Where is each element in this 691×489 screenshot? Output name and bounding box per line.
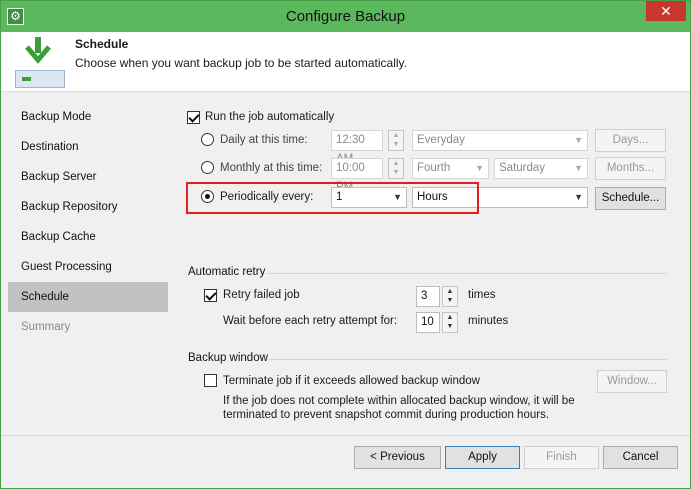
page-description: Choose when you want backup job to be st… (75, 56, 407, 70)
step-destination[interactable]: Destination (8, 132, 168, 162)
retry-wait-spinner[interactable]: ▲ ▼ (442, 312, 458, 333)
retry-wait-input[interactable]: 10 (416, 312, 440, 333)
step-summary: Summary (21, 321, 71, 333)
step-schedule[interactable]: Schedule (8, 282, 168, 312)
configure-backup-window: ⚙ Configure Backup ✕ Schedule Choose whe… (0, 0, 691, 489)
section-divider (267, 273, 667, 274)
daily-days-select[interactable]: Everyday ▼ (412, 130, 588, 151)
daily-label: Daily at this time: (220, 134, 308, 146)
terminate-job-checkbox[interactable] (204, 374, 217, 387)
window-title: Configure Backup (285, 8, 406, 25)
retry-wait-unit: minutes (468, 315, 509, 327)
section-divider (269, 359, 667, 360)
apply-button[interactable]: Apply (445, 446, 520, 469)
retry-times-spinner[interactable]: ▲ ▼ (442, 286, 458, 307)
monthly-time-spinner[interactable]: ▲ ▼ (388, 158, 404, 179)
retry-wait-label: Wait before each retry attempt for: (223, 315, 398, 327)
step-backup-repository[interactable]: Backup Repository (8, 192, 168, 222)
chevron-down-icon: ▼ (475, 163, 484, 173)
chevron-down-icon: ▼ (574, 192, 583, 202)
step-guest-processing[interactable]: Guest Processing (8, 252, 168, 282)
chevron-down-icon: ▼ (574, 135, 583, 145)
wizard-header: Schedule Choose when you want backup job… (1, 32, 690, 92)
retry-failed-job-label: Retry failed job (223, 289, 300, 301)
monthly-day-select[interactable]: Saturday ▼ (494, 158, 588, 179)
days-button[interactable]: Days... (595, 129, 666, 152)
monthly-radio[interactable] (201, 161, 214, 174)
automatic-retry-heading: Automatic retry (188, 266, 266, 278)
window-button[interactable]: Window... (597, 370, 667, 393)
backup-window-heading: Backup window (188, 352, 268, 364)
retry-times-input[interactable]: 3 (416, 286, 440, 307)
step-backup-mode[interactable]: Backup Mode (8, 102, 168, 132)
monthly-label: Monthly at this time: (220, 162, 323, 174)
cancel-button[interactable]: Cancel (603, 446, 678, 469)
backup-window-note: If the job does not complete within allo… (223, 395, 575, 421)
daily-time-input[interactable]: 12:30 AM (331, 130, 383, 165)
close-button[interactable]: ✕ (646, 1, 686, 21)
highlight-box (186, 182, 479, 214)
daily-time-spinner[interactable]: ▲ ▼ (388, 130, 404, 151)
step-backup-cache[interactable]: Backup Cache (8, 222, 168, 252)
terminate-job-label: Terminate job if it exceeds allowed back… (223, 375, 480, 387)
wizard-steps: Backup Mode Destination Backup Server Ba… (8, 102, 168, 342)
progress-bar-icon (15, 70, 65, 88)
previous-button[interactable]: < Previous (354, 446, 441, 469)
run-automatically-label: Run the job automatically (205, 111, 335, 123)
months-button[interactable]: Months... (595, 157, 666, 180)
chevron-down-icon: ▼ (574, 163, 583, 173)
run-automatically-checkbox[interactable] (187, 111, 200, 124)
step-backup-server[interactable]: Backup Server (8, 162, 168, 192)
download-arrow-icon (25, 37, 51, 64)
page-title: Schedule (75, 37, 129, 51)
footer-divider (1, 435, 690, 436)
monthly-time-input[interactable]: 10:00 PM (331, 158, 383, 193)
finish-button[interactable]: Finish (524, 446, 599, 469)
retry-failed-job-checkbox[interactable] (204, 289, 217, 302)
title-bar: ⚙ Configure Backup ✕ (1, 1, 690, 32)
schedule-button[interactable]: Schedule... (595, 187, 666, 210)
monthly-week-select[interactable]: Fourth ▼ (412, 158, 489, 179)
daily-radio[interactable] (201, 133, 214, 146)
retry-times-unit: times (468, 289, 496, 301)
